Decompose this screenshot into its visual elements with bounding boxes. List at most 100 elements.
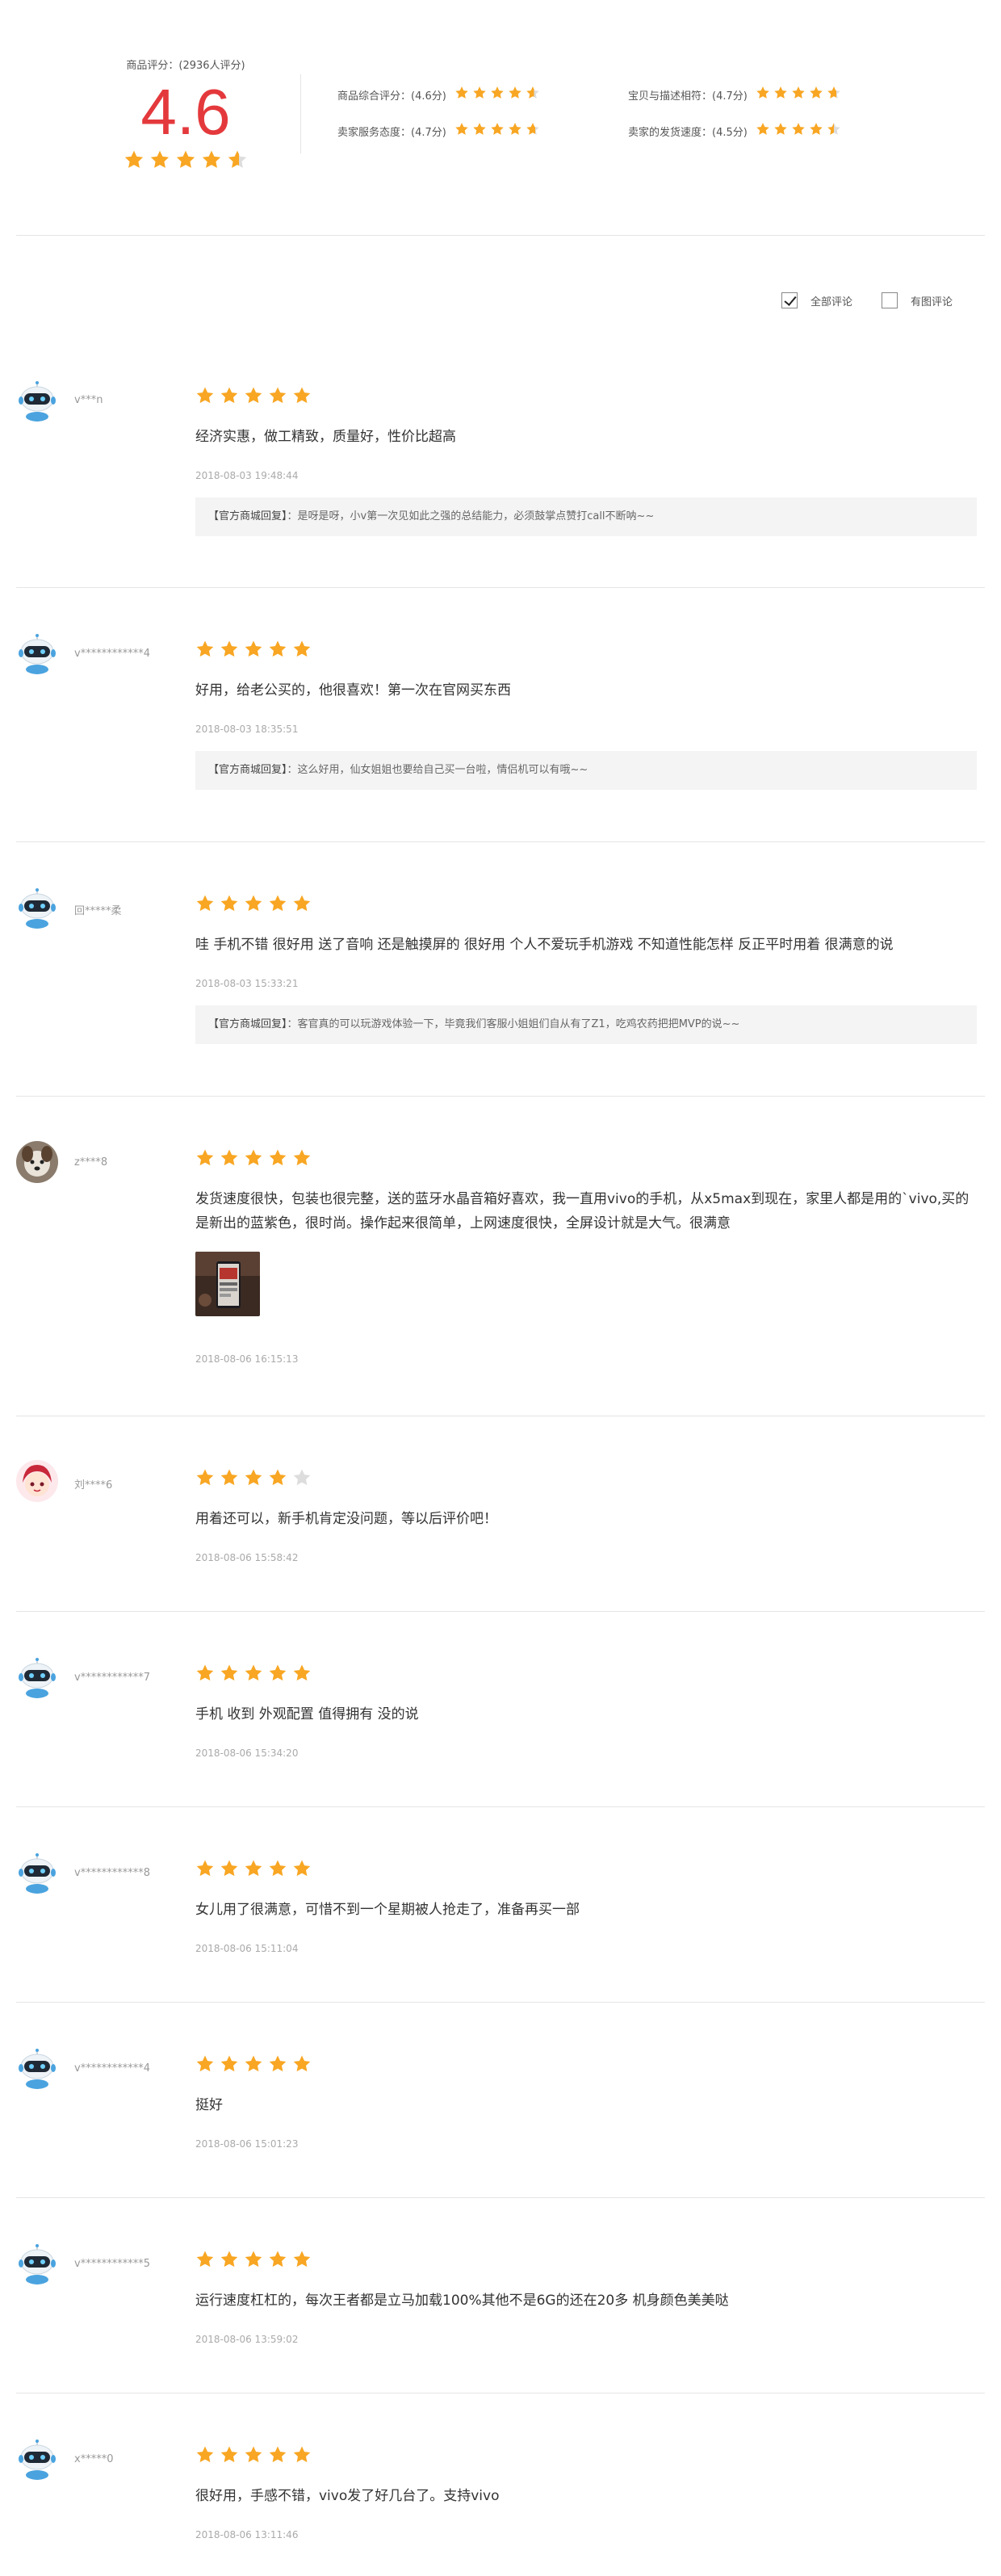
star-icon xyxy=(195,1468,215,1491)
star-icon xyxy=(292,2445,312,2468)
review-item: v************4 好用，给老公买的，他很喜欢！第一次在官网买东西 2… xyxy=(16,588,985,842)
reply-text: ：是呀是呀，小v第一次见如此之强的总结能力，必须鼓掌点赞打call不断呐~~ xyxy=(287,510,655,522)
star-icon xyxy=(508,122,522,140)
username: v************4 xyxy=(74,2062,150,2075)
filter-all-label: 全部评论 xyxy=(810,296,853,308)
filter-photo-comments[interactable]: 有图评论 xyxy=(882,292,953,308)
metric-description: 宝贝与描述相符：(4.7分) xyxy=(628,85,841,104)
reply-tag: 【官方商城回复】 xyxy=(208,1018,287,1030)
star-icon xyxy=(220,1859,239,1882)
metric-star-rating xyxy=(756,86,841,103)
star-icon xyxy=(526,122,540,140)
official-reply: 【官方商城回复】：是呀是呀，小v第一次见如此之强的总结能力，必须鼓掌点赞打cal… xyxy=(195,497,977,536)
star-icon xyxy=(292,640,312,662)
official-reply: 【官方商城回复】：客官真的可以玩游戏体验一下，毕竟我们客服小姐姐们自从有了Z1，… xyxy=(195,1005,977,1044)
star-icon xyxy=(244,2054,263,2077)
star-icon xyxy=(220,2054,239,2077)
user-avatar xyxy=(16,887,58,929)
star-icon xyxy=(756,86,770,103)
star-icon xyxy=(195,1148,215,1171)
review-time: 2018-08-03 19:48:44 xyxy=(195,470,299,481)
star-icon xyxy=(268,2054,287,2077)
star-icon xyxy=(268,894,287,917)
overall-star-rating xyxy=(97,149,274,174)
review-text: 经济实惠，做工精致，质量好，性价比超高 xyxy=(195,429,456,445)
review-star-rating xyxy=(195,2250,312,2272)
review-text: 挺好 xyxy=(195,2097,223,2113)
review-star-rating xyxy=(195,1859,312,1882)
star-icon xyxy=(195,640,215,662)
star-icon xyxy=(220,640,239,662)
reply-tag: 【官方商城回复】 xyxy=(208,510,287,522)
star-icon xyxy=(292,2250,312,2272)
star-icon xyxy=(773,86,788,103)
star-icon xyxy=(472,122,487,140)
star-icon xyxy=(244,2445,263,2468)
star-icon xyxy=(244,386,263,409)
star-icon xyxy=(791,122,806,140)
star-icon xyxy=(244,1663,263,1686)
star-icon xyxy=(195,894,215,917)
review-item: x*****0 很好用，手感不错，vivo发了好几台了。支持vivo 2018-… xyxy=(16,2393,985,2576)
review-time: 2018-08-06 15:34:20 xyxy=(195,1747,299,1759)
user-avatar xyxy=(16,1656,58,1698)
filter-all-comments[interactable]: 全部评论 xyxy=(781,292,852,308)
review-photo-thumbnail[interactable] xyxy=(195,1252,260,1316)
review-star-rating xyxy=(195,1663,312,1686)
overall-score: 4.6 xyxy=(140,76,231,148)
review-item: v************8 女儿用了很满意，可惜不到一个星期被人抢走了，准备再… xyxy=(16,1807,985,2003)
reply-text: ：这么好用，仙女姐姐也要给自己买一台啦，情侣机可以有哦~~ xyxy=(287,764,588,776)
star-icon xyxy=(292,1468,312,1491)
review-time: 2018-08-03 18:35:51 xyxy=(195,724,299,735)
checkbox-all-comments[interactable] xyxy=(781,292,798,308)
review-star-rating xyxy=(195,1148,312,1171)
star-icon xyxy=(292,1663,312,1686)
checkbox-photo-comments[interactable] xyxy=(882,292,898,308)
star-icon xyxy=(490,122,505,140)
username: 刘****6 xyxy=(74,1479,113,1491)
review-time: 2018-08-06 15:58:42 xyxy=(195,1552,299,1563)
user-avatar xyxy=(16,1460,58,1502)
review-time: 2018-08-06 13:59:02 xyxy=(195,2334,299,2345)
star-icon xyxy=(244,640,263,662)
metric-shipping: 卖家的发货速度：(4.5分) xyxy=(628,121,841,141)
review-item: v***n 经济实惠，做工精致，质量好，性价比超高 2018-08-03 19:… xyxy=(16,355,985,588)
star-icon xyxy=(791,86,806,103)
star-icon xyxy=(508,86,522,103)
username: x*****0 xyxy=(74,2453,114,2465)
review-text: 很好用，手感不错，vivo发了好几台了。支持vivo xyxy=(195,2488,500,2504)
username: v************5 xyxy=(74,2258,150,2270)
star-icon xyxy=(195,1859,215,1882)
star-icon xyxy=(244,894,263,917)
metric-label: 商品综合评分：(4.6分) xyxy=(337,90,446,103)
star-icon xyxy=(220,2445,239,2468)
filter-photo-label: 有图评论 xyxy=(911,296,953,308)
metric-overall: 商品综合评分：(4.6分) xyxy=(337,85,540,104)
star-icon xyxy=(268,1663,287,1686)
metric-service: 卖家服务态度：(4.7分) xyxy=(337,121,540,141)
summary-divider xyxy=(300,74,301,153)
star-icon xyxy=(490,86,505,103)
star-icon xyxy=(809,86,823,103)
metric-star-rating xyxy=(756,122,841,140)
star-icon xyxy=(195,2054,215,2077)
star-icon xyxy=(292,2054,312,2077)
review-item: 刘****6 用着还可以，新手机肯定没问题，等以后评价吧！ 2018-08-06… xyxy=(16,1416,985,1612)
review-item: v************5 运行速度杠杠的，每次王者都是立马加载100%其他不… xyxy=(16,2198,985,2393)
star-icon xyxy=(292,1859,312,1882)
review-star-rating xyxy=(195,1468,312,1491)
star-icon xyxy=(201,149,222,174)
review-star-rating xyxy=(195,640,312,662)
user-avatar xyxy=(16,2047,58,2089)
user-avatar xyxy=(16,1852,58,1894)
star-icon xyxy=(220,386,239,409)
star-icon xyxy=(292,894,312,917)
metric-label: 卖家服务态度：(4.7分) xyxy=(337,126,446,139)
star-icon xyxy=(268,2445,287,2468)
review-text: 运行速度杠杠的，每次王者都是立马加载100%其他不是6G的还在20多 机身颜色美… xyxy=(195,2293,729,2309)
star-icon xyxy=(526,86,540,103)
user-avatar xyxy=(16,2242,58,2284)
star-icon xyxy=(472,86,487,103)
username: v***n xyxy=(74,394,103,406)
star-icon xyxy=(175,149,196,174)
